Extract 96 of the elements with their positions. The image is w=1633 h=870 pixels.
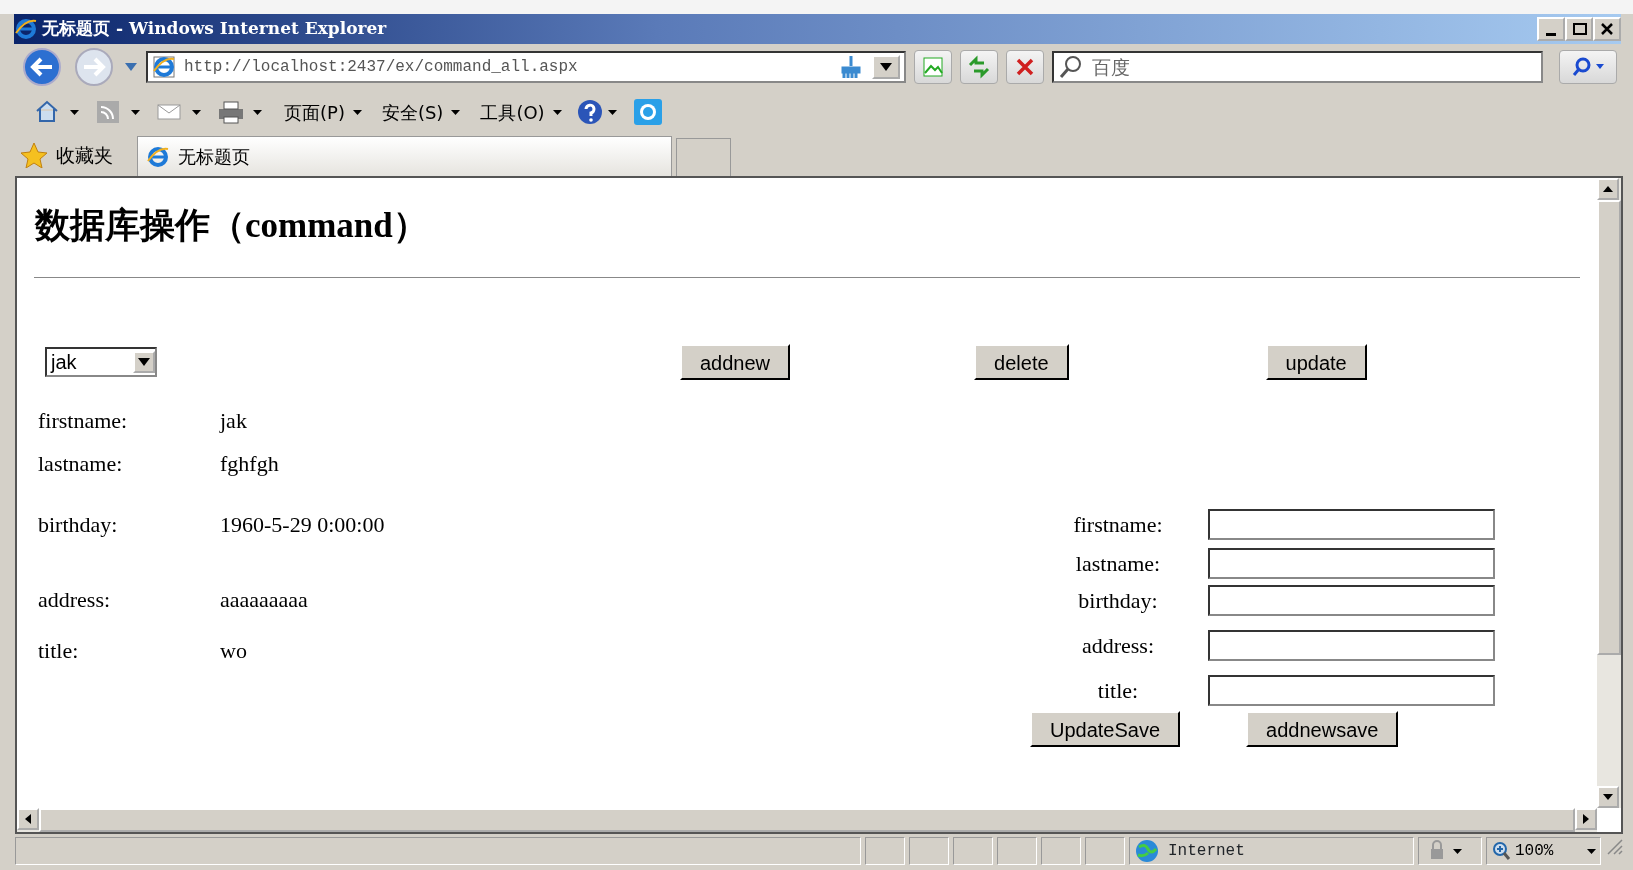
refresh-button[interactable] <box>960 50 998 84</box>
home-button[interactable] <box>34 99 79 125</box>
caret-icon <box>451 109 461 115</box>
lens-icon <box>632 98 663 126</box>
status-panel <box>1085 837 1125 865</box>
caret-icon <box>352 109 362 115</box>
caret-icon <box>192 109 201 115</box>
command-menu[interactable]: 工具(O) <box>474 98 568 126</box>
search-field[interactable]: 百度 <box>1052 51 1543 83</box>
vertical-scrollbar[interactable] <box>1597 178 1621 808</box>
field-value: 1960-5-29 0:00:00 <box>220 510 385 539</box>
status-panel <box>909 837 949 865</box>
action-button[interactable]: update <box>1265 343 1367 380</box>
field-label: title: <box>38 636 80 665</box>
field-value: jak <box>220 406 247 435</box>
form-button[interactable]: addnewsave <box>1246 710 1399 747</box>
maximize-button[interactable] <box>1565 17 1593 41</box>
text-input[interactable] <box>1208 584 1495 616</box>
field-label: address: <box>38 585 112 614</box>
field-label: birthday: <box>38 510 119 539</box>
maximize-icon <box>1571 21 1587 37</box>
search-placeholder: 百度 <box>1092 54 1130 80</box>
form-button[interactable]: UpdateSave <box>1030 710 1181 747</box>
select-dropdown[interactable]: jak <box>45 346 157 377</box>
caret-icon <box>131 109 140 115</box>
dropdown-caret-icon[interactable] <box>124 62 138 72</box>
form-label: birthday: <box>1077 586 1159 615</box>
favorites-button[interactable]: 收藏夹 <box>20 140 113 170</box>
up-arrow-icon <box>1603 186 1613 192</box>
close-button[interactable] <box>1593 17 1621 41</box>
resize-grip-icon[interactable] <box>1605 837 1623 855</box>
form-label: lastname: <box>1074 549 1162 578</box>
caret-icon <box>607 109 617 115</box>
stop-button[interactable] <box>1006 50 1044 84</box>
zoom-icon <box>1491 841 1511 861</box>
back-button[interactable] <box>20 47 64 87</box>
caret-icon <box>253 109 262 115</box>
text-input[interactable] <box>1208 508 1495 540</box>
help-button[interactable] <box>575 98 617 126</box>
text-input[interactable] <box>1208 547 1495 579</box>
address-field[interactable]: http://localhost:2437/ex/command_all.aspx <box>146 51 906 83</box>
action-button[interactable]: delete <box>974 343 1069 380</box>
research-button[interactable] <box>632 98 663 126</box>
caret-icon <box>552 109 562 115</box>
field-value: wo <box>220 636 247 665</box>
command-menu[interactable]: 安全(S) <box>375 98 467 126</box>
left-arrow-icon <box>25 814 31 824</box>
status-panel <box>997 837 1037 865</box>
caret-icon <box>1587 848 1596 854</box>
star-icon <box>20 142 48 168</box>
command-menu[interactable]: 页面(P) <box>278 98 368 126</box>
globe-icon <box>1134 839 1160 863</box>
minimize-icon <box>1546 32 1556 36</box>
page-icon <box>152 55 176 79</box>
right-arrow-icon <box>1583 814 1589 824</box>
browser-logo-icon <box>146 144 170 169</box>
search-icon <box>1571 56 1605 78</box>
address-url: http://localhost:2437/ex/command_all.aspx <box>184 57 579 78</box>
text-input[interactable] <box>1208 674 1495 706</box>
down-arrow-icon <box>1603 794 1613 800</box>
form-label: title: <box>1096 676 1140 705</box>
security-zone: Internet <box>1129 837 1414 865</box>
minimize-button[interactable] <box>1537 17 1565 41</box>
zoom-button[interactable]: 100% <box>1486 837 1601 865</box>
help-icon <box>575 98 604 126</box>
printer-icon <box>217 99 245 125</box>
field-label: firstname: <box>38 406 129 435</box>
form-label: firstname: <box>1072 510 1164 539</box>
field-label: lastname: <box>38 449 124 478</box>
search-button[interactable] <box>1559 50 1617 84</box>
close-icon <box>1599 21 1615 37</box>
horizontal-scrollbar[interactable] <box>17 808 1597 832</box>
status-panel <box>1041 837 1081 865</box>
status-panel <box>865 837 905 865</box>
caret-icon <box>880 63 892 71</box>
browser-logo-icon <box>14 17 38 41</box>
browser-tab[interactable]: 无标题页 <box>137 136 672 176</box>
action-button[interactable]: addnew <box>680 343 791 380</box>
field-value: aaaaaaaaa <box>220 585 308 614</box>
text-input[interactable] <box>1208 629 1495 661</box>
form-label: address: <box>1080 631 1156 660</box>
window-title: 无标题页 - Windows Internet Explorer <box>42 17 388 41</box>
protected-mode-button[interactable] <box>1418 837 1482 865</box>
compatibility-button[interactable] <box>914 50 952 84</box>
refresh-arrows-icon <box>967 55 991 79</box>
caret-icon <box>70 109 79 115</box>
page-heading: 数据库操作（command） <box>35 205 429 247</box>
field-value: fghfgh <box>220 449 279 478</box>
feeds-button[interactable] <box>95 99 140 125</box>
caret-icon <box>1453 848 1462 854</box>
page-image-icon <box>921 55 945 79</box>
print-button[interactable] <box>217 99 262 125</box>
search-icon <box>1058 54 1084 80</box>
caret-icon <box>138 357 150 366</box>
address-dropdown-button[interactable] <box>872 55 900 79</box>
status-panel <box>953 837 993 865</box>
